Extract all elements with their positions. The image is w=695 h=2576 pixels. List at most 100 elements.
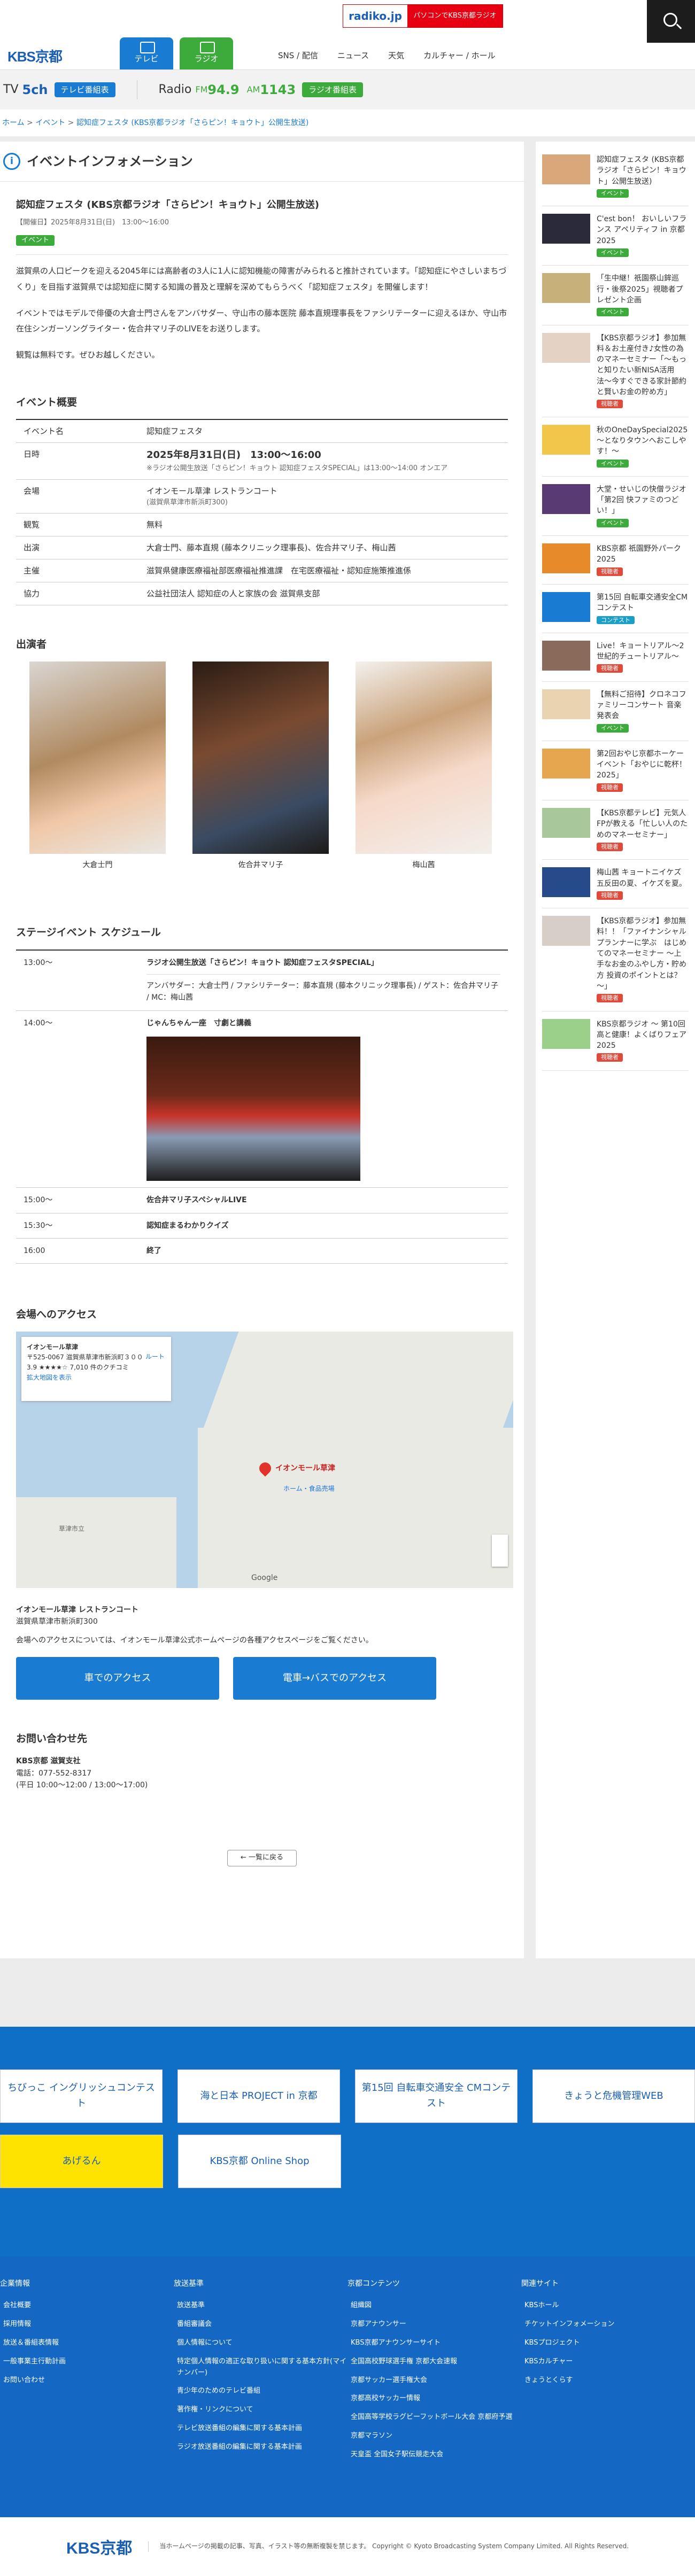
footer-link[interactable]: 著作権・リンクについて: [177, 2404, 348, 2416]
overview-row: イベント名 認知症フェスタ: [16, 419, 508, 443]
footer-logo[interactable]: KBS京都: [66, 2535, 132, 2558]
article-paragraph: イベントではモデルで俳優の大倉士門さんをアンバサダー、守山市の藤本医院 藤本直規…: [16, 308, 507, 334]
schedule-row: 15:30～ 認知症まるわかりクイズ: [16, 1213, 508, 1239]
footer-link[interactable]: 組織図: [351, 2300, 521, 2312]
footer-link[interactable]: チケットインフォメーション: [524, 2319, 695, 2330]
tv-tab[interactable]: テレビ: [120, 37, 173, 69]
breadcrumb-home[interactable]: ホーム: [2, 119, 25, 127]
cast-heading: 出演者: [16, 639, 47, 651]
category-tag[interactable]: イベント: [16, 235, 55, 246]
map-land: [198, 1427, 513, 1588]
footer-link[interactable]: 会社概要: [3, 2300, 174, 2312]
sidebar-item-title: C'est bon！ おいしいフランス アペリティフ in 京都2025: [597, 215, 687, 245]
footer-link[interactable]: 京都アナウンサー: [351, 2319, 521, 2330]
sidebar-item[interactable]: 第2回おやじ京都ホーケーイベント「おやじに乾杯！2025」 視聴者: [542, 741, 689, 801]
breadcrumb-events[interactable]: イベント: [35, 119, 65, 127]
footer-link[interactable]: KBSプロジェクト: [524, 2338, 695, 2349]
footer-link[interactable]: KBSカルチャー: [524, 2356, 695, 2368]
footer-link[interactable]: 京都サッカー選手権大会: [351, 2375, 521, 2386]
overview-value: 公益社団法人 認知症の人と家族の会 滋賀県支部: [139, 582, 508, 606]
sidebar-item[interactable]: 認知症フェスタ (KBS京都ラジオ「さらピン！キョウト」公開生放送) イベント: [542, 147, 689, 207]
search-icon[interactable]: [647, 0, 695, 43]
footer-link[interactable]: テレビ放送番組の編集に関する基本計画: [177, 2423, 348, 2434]
banner-umi-project[interactable]: 海と日本 PROJECT in 京都: [177, 2069, 340, 2123]
radio-guide-button[interactable]: ラジオ番組表: [302, 82, 363, 97]
banner-online-shop[interactable]: KBS京都 Online Shop: [178, 2135, 341, 2188]
site-logo[interactable]: KBS京都: [7, 46, 63, 66]
nav-news[interactable]: ニュース: [337, 49, 369, 62]
global-nav: SNS / 配信 ニュース 天気 カルチャー / ホール: [278, 49, 496, 62]
sidebar-item[interactable]: KBS京都ラジオ 〜 第10回 高と健康！よくばりフェア2025 視聴者: [542, 1011, 689, 1071]
sidebar-thumbnail: [542, 214, 590, 244]
sidebar-item[interactable]: 【無料ご招待】クロネコファミリーコンサート 音楽発表会 イベント: [542, 682, 689, 741]
sidebar-item[interactable]: KBS京都 祇園野外パーク2025 視聴者: [542, 536, 689, 585]
footer-link[interactable]: 放送基準: [177, 2300, 348, 2312]
overview-value-main: 認知症フェスタ: [146, 426, 203, 437]
sidebar-thumbnail: [542, 154, 590, 184]
footer-link[interactable]: 京都マラソン: [351, 2431, 521, 2442]
banner-cm-contest[interactable]: 第15回 自転車交通安全 CMコンテスト: [355, 2069, 518, 2123]
sidebar-item[interactable]: Live！キョートリアル～2世紀的チュートリアル～ 視聴者: [542, 633, 689, 682]
footer-link[interactable]: 京都高校サッカー情報: [351, 2393, 521, 2404]
map-place-label: イオンモール草津: [275, 1464, 335, 1473]
footer-link[interactable]: KBS京都アナウンサーサイト: [351, 2338, 521, 2349]
train-bus-access-button[interactable]: 電車→バスでのアクセス: [233, 1656, 436, 1700]
sidebar-item[interactable]: 【KBS京都テレビ】元気人FPが教える「忙しい人のためのマネーセミナー」 視聴者: [542, 800, 689, 860]
map-route-button[interactable]: ルート: [145, 1352, 165, 1362]
overview-value: 滋賀県健康医療福祉部医療福祉推進課 在宅医療福祉・認知症施策推進係: [139, 559, 508, 583]
overview-key: イベント名: [16, 419, 139, 443]
schedule-detail: 認知症まるわかりクイズ: [139, 1213, 508, 1239]
nav-sns[interactable]: SNS / 配信: [278, 49, 318, 62]
map[interactable]: イオンモール草津 〒525-0067 滋賀県草津市新浜町３００ 3.9 ★★★★…: [16, 1331, 513, 1588]
event-date: 【開催日】2025年8月31日(日) 13:00～16:00: [16, 218, 169, 227]
footer-link[interactable]: 放送＆番組表情報: [3, 2338, 174, 2349]
footer-column: 京都コンテンツ 組織図 京都アナウンサー KBS京都アナウンサーサイト 全国高校野球選手…: [348, 2278, 521, 2468]
sidebar-item[interactable]: 【KBS京都ラジオ】参加無料！！「ファイナンシャルプランナーに学ぶ はじめてのマ…: [542, 908, 689, 1011]
contact-org: KBS京都 滋賀支社: [16, 1757, 81, 1766]
tv-guide-button[interactable]: テレビ番組表: [54, 82, 115, 97]
footer-link[interactable]: 採用情報: [3, 2319, 174, 2330]
footer-link[interactable]: 全国高等学校ラグビーフットボール大会 京都府予選: [351, 2412, 521, 2423]
footer-link[interactable]: 天皇盃 全国女子駅伝競走大会: [351, 2449, 521, 2461]
footer-link[interactable]: 全国高校野球選手権 京都大会速報: [351, 2356, 521, 2368]
map-zoom-control[interactable]: [492, 1534, 508, 1567]
banner-kyoto-risk[interactable]: きょうと危機管理WEB: [532, 2069, 695, 2123]
radio-tab[interactable]: ラジオ: [180, 37, 233, 69]
sidebar-item[interactable]: C'est bon！ おいしいフランス アペリティフ in 京都2025 イベント: [542, 206, 689, 266]
sidebar-item-text: 【無料ご招待】クロネコファミリーコンサート 音楽発表会 イベント: [597, 689, 689, 733]
cast-name: 梅山茜: [412, 860, 435, 869]
sidebar-item[interactable]: 秋のOneDaySpecial2025 ～となりタウンへおこしやす！～ イベント: [542, 417, 689, 477]
schedule-title: 終了: [146, 1246, 161, 1255]
footer-link[interactable]: ラジオ放送番組の編集に関する基本計画: [177, 2442, 348, 2453]
sidebar-item-text: 第15回 自転車交通安全CMコンテスト コンテスト: [597, 592, 689, 625]
nav-culture[interactable]: カルチャー / ホール: [423, 49, 495, 62]
sidebar-item[interactable]: 【KBS京都ラジオ】参加無料＆お土産付き♪女性の為のマネーセミナー「〜もっと知り…: [542, 325, 689, 417]
sidebar-item[interactable]: 梅山茜 キョートニイケズ 五反田の夏、イケズを夏。 視聴者: [542, 860, 689, 909]
sidebar-item-title: KBS京都 祇園野外パーク2025: [597, 544, 681, 564]
footer-link[interactable]: 特定個人情報の適正な取り扱いに関する基本方針(マイナンバー): [177, 2356, 348, 2379]
footer-link[interactable]: きょうとくらす: [524, 2375, 695, 2386]
article-paragraph: 観覧は無料です。ぜひお越しください。: [16, 350, 160, 360]
map-land: [16, 1497, 176, 1588]
footer-link[interactable]: KBSホール: [524, 2300, 695, 2312]
sidebar-item[interactable]: 第15回 自転車交通安全CMコンテスト コンテスト: [542, 585, 689, 633]
footer-link[interactable]: 番組審議会: [177, 2319, 348, 2330]
sidebar-item[interactable]: 「生中継！祇園祭山鉾巡行・後祭2025」視聴者プレゼント企画 イベント: [542, 266, 689, 325]
back-to-list-button[interactable]: ← 一覧に戻る: [227, 1850, 297, 1867]
footer-link[interactable]: 個人情報について: [177, 2338, 348, 2349]
breadcrumb-current[interactable]: 認知症フェスタ (KBS京都ラジオ「さらピン！キョウト」公開生放送): [76, 119, 309, 127]
car-access-button[interactable]: 車でのアクセス: [16, 1656, 219, 1700]
overview-key: 出演: [16, 536, 139, 560]
banner-english-contest[interactable]: ちびっこ イングリッシュコンテスト: [0, 2069, 163, 2123]
sidebar-item[interactable]: 大堂・せいじの快僧ラジオ「第2回 快ファミのつどい！」 イベント: [542, 477, 689, 536]
overview-value-main: 大倉士門、藤本直規 (藤本クリニック理事長)、佐合井マリ子、梅山茜: [146, 543, 396, 553]
overview-value-main: 公益社団法人 認知症の人と家族の会 滋賀県支部: [146, 589, 320, 599]
footer-link[interactable]: 一般事業主行動計画: [3, 2356, 174, 2368]
map-enlarge-link[interactable]: 拡大地図を表示: [27, 1373, 166, 1383]
banner-agerun[interactable]: あげるん: [0, 2135, 163, 2188]
footer-link-list: 放送基準番組審議会個人情報について特定個人情報の適正な取り扱いに関する基本方針(…: [174, 2300, 348, 2453]
radiko-banner[interactable]: radiko.jp パソコンでKBS京都ラジオ: [343, 4, 503, 28]
footer-link[interactable]: 青少年のためのテレビ番組: [177, 2386, 348, 2397]
nav-weather[interactable]: 天気: [388, 49, 404, 62]
footer-link[interactable]: お問い合わせ: [3, 2375, 174, 2386]
